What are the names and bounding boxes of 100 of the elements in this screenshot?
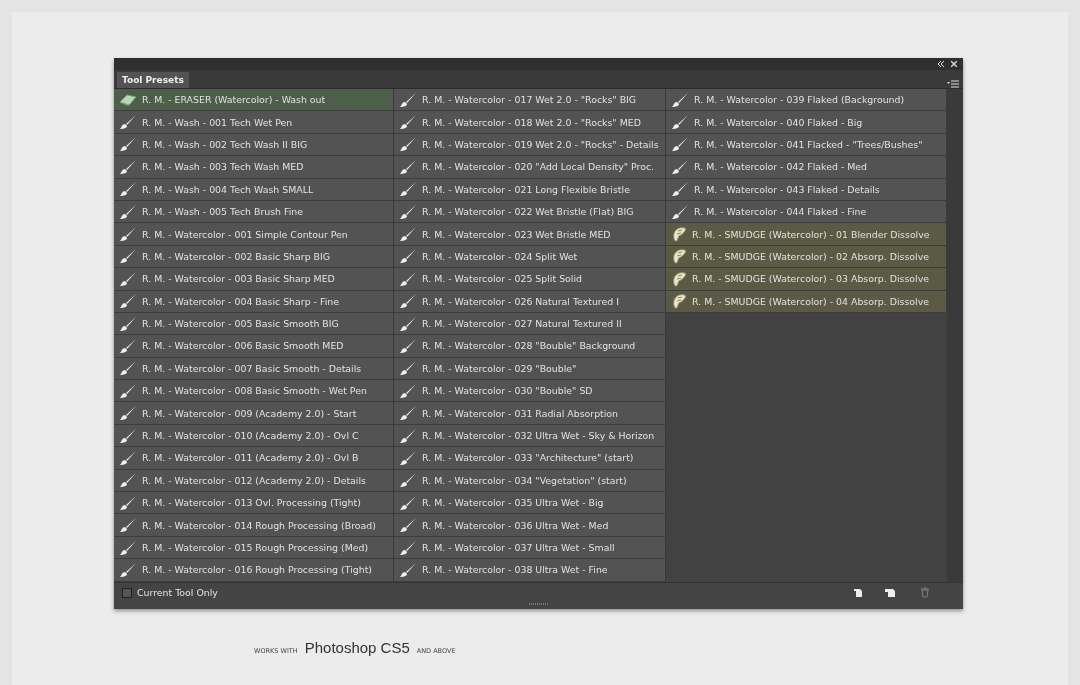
preset-item[interactable]: R. M. - Watercolor - 024 Split Wet xyxy=(394,245,666,269)
brush-icon xyxy=(119,203,137,220)
preset-item[interactable]: R. M. - Watercolor - 044 Flaked - Fine xyxy=(666,200,947,224)
preset-item[interactable]: R. M. - SMUDGE (Watercolor) - 01 Blender Dissolve xyxy=(666,223,947,246)
checkbox-label[interactable]: Current Tool Only xyxy=(137,587,218,599)
preset-item[interactable]: R. M. - Watercolor - 041 Flacked - "Trees/Bushes" xyxy=(666,133,947,157)
preset-item[interactable]: R. M. - Watercolor - 035 Ultra Wet - Big xyxy=(394,492,666,515)
preset-item[interactable]: R. M. - Watercolor - 016 Rough Processing (Tight) xyxy=(114,559,394,582)
preset-item[interactable]: R. M. - Watercolor - 040 Flaked - Big xyxy=(666,111,947,134)
preset-item[interactable]: R. M. - Watercolor - 033 "Architecture" (start) xyxy=(394,447,666,470)
preset-item[interactable]: R. M. - Watercolor - 014 Rough Processing (Broad) xyxy=(114,514,394,537)
preset-item[interactable]: R. M. - Watercolor - 013 Ovl. Processing (Tight) xyxy=(114,492,394,515)
preset-item[interactable]: R. M. - Watercolor - 017 Wet 2.0 - "Rocks" BIG xyxy=(394,89,666,112)
preset-item[interactable]: R. M. - Watercolor - 027 Natural Textured II xyxy=(394,312,666,336)
brush-icon xyxy=(119,517,137,534)
brush-icon xyxy=(671,203,689,220)
checkbox[interactable] xyxy=(122,587,132,598)
finger-icon xyxy=(671,293,687,310)
brush-icon xyxy=(399,449,417,466)
brush-icon xyxy=(399,494,417,511)
preset-item[interactable]: R. M. - SMUDGE (Watercolor) - 02 Absorp. Dissolve xyxy=(666,245,947,269)
brush-icon xyxy=(119,158,137,175)
preset-item[interactable]: R. M. - Watercolor - 023 Wet Bristle MED xyxy=(394,223,666,246)
preset-item[interactable]: R. M. - Watercolor - 007 Basic Smooth - Details xyxy=(114,357,394,381)
brush-icon xyxy=(119,360,137,377)
brush-icon xyxy=(399,248,417,265)
preset-item[interactable]: R. M. - Watercolor - 008 Basic Smooth - Wet Pen xyxy=(114,380,394,403)
brush-icon xyxy=(399,382,417,399)
close-icon[interactable] xyxy=(951,61,957,67)
preset-item[interactable]: R. M. - Watercolor - 026 Natural Textured I xyxy=(394,290,666,313)
brush-icon xyxy=(399,91,417,108)
brush-icon xyxy=(119,270,137,287)
preset-item[interactable]: R. M. - Watercolor - 015 Rough Processing (Med) xyxy=(114,536,394,560)
brush-icon xyxy=(399,136,417,153)
preset-item[interactable]: R. M. - Watercolor - 042 Flaked - Med xyxy=(666,156,947,179)
finger-icon xyxy=(671,248,687,265)
preset-item[interactable]: R. M. - Watercolor - 020 "Add Local Density" Proc. xyxy=(394,156,666,179)
preset-item[interactable]: R. M. - Watercolor - 009 (Academy 2.0) - Start xyxy=(114,402,394,425)
preset-item[interactable]: R. M. - Wash - 004 Tech Wash SMALL xyxy=(114,178,394,201)
brush-icon xyxy=(399,226,417,243)
preset-item[interactable]: R. M. - Watercolor - 004 Basic Sharp - Fine xyxy=(114,290,394,313)
preset-item[interactable]: R. M. - Watercolor - 036 Ultra Wet - Med xyxy=(394,514,666,537)
brush-icon xyxy=(671,181,689,198)
brush-icon xyxy=(119,494,137,511)
preset-item[interactable]: R. M. - Watercolor - 001 Simple Contour Pen xyxy=(114,223,394,246)
brush-icon xyxy=(119,181,137,198)
preset-item[interactable]: R. M. - Watercolor - 031 Radial Absorption xyxy=(394,402,666,425)
brush-icon xyxy=(671,158,689,175)
preset-item[interactable]: R. M. - Watercolor - 003 Basic Sharp MED xyxy=(114,268,394,291)
preset-item[interactable]: R. M. - SMUDGE (Watercolor) - 04 Absorp. Dissolve xyxy=(666,290,947,313)
preset-item[interactable]: R. M. - Watercolor - 005 Basic Smooth BIG xyxy=(114,312,394,336)
brush-icon xyxy=(399,360,417,377)
brush-icon xyxy=(399,338,417,354)
preset-item[interactable]: R. M. - Wash - 001 Tech Wet Pen xyxy=(114,111,394,134)
preset-item[interactable]: R. M. - Watercolor - 022 Wet Bristle (Flat) BIG xyxy=(394,200,666,224)
brush-icon xyxy=(399,293,417,310)
brush-icon xyxy=(119,338,137,354)
brush-icon xyxy=(399,561,417,578)
preset-item[interactable]: R. M. - Watercolor - 011 (Academy 2.0) - Ovl B xyxy=(114,447,394,470)
scrollbar[interactable] xyxy=(947,89,963,582)
preset-item[interactable]: R. M. - Wash - 003 Tech Wash MED xyxy=(114,156,394,179)
brush-icon xyxy=(119,427,137,444)
brush-icon xyxy=(119,449,137,466)
preset-item[interactable]: R. M. - Watercolor - 010 (Academy 2.0) - Ovl C xyxy=(114,424,394,448)
brush-icon xyxy=(119,382,137,399)
preset-item[interactable]: R. M. - ERASER (Watercolor) - Wash out xyxy=(114,89,394,112)
preset-item[interactable]: R. M. - Watercolor - 034 "Vegetation" (start) xyxy=(394,469,666,493)
preset-item[interactable]: R. M. - Watercolor - 018 Wet 2.0 - "Rocks" MED xyxy=(394,111,666,134)
resize-grip-icon[interactable] xyxy=(528,602,549,606)
preset-item[interactable]: R. M. - Watercolor - 025 Split Solid xyxy=(394,268,666,291)
new-preset-icon[interactable] xyxy=(885,587,896,598)
brush-icon xyxy=(399,158,417,175)
brush-icon xyxy=(119,248,137,265)
preset-item[interactable]: R. M. - Watercolor - 038 Ultra Wet - Fine xyxy=(394,559,666,582)
panel-tab[interactable]: Tool Presets xyxy=(117,72,189,88)
preset-item[interactable]: R. M. - Watercolor - 043 Flaked - Details xyxy=(666,178,947,201)
collapse-icon[interactable] xyxy=(937,61,945,67)
preset-item[interactable]: R. M. - Wash - 002 Tech Wash II BIG xyxy=(114,133,394,157)
new-preset-icon[interactable] xyxy=(853,587,863,598)
preset-item[interactable]: R. M. - Watercolor - 006 Basic Smooth MED xyxy=(114,335,394,358)
brush-icon xyxy=(671,136,689,153)
preset-item[interactable]: R. M. - Wash - 005 Tech Brush Fine xyxy=(114,200,394,224)
brush-icon xyxy=(119,114,137,131)
preset-item[interactable]: R. M. - Watercolor - 029 "Bouble" xyxy=(394,357,666,381)
preset-item[interactable]: R. M. - Watercolor - 030 "Bouble" SD xyxy=(394,380,666,403)
menu-icon[interactable] xyxy=(947,80,959,88)
brush-icon xyxy=(399,539,417,556)
preset-item[interactable]: R. M. - Watercolor - 012 (Academy 2.0) - Details xyxy=(114,469,394,493)
finger-icon xyxy=(671,270,687,287)
brush-icon xyxy=(399,114,417,131)
preset-item[interactable]: R. M. - Watercolor - 037 Ultra Wet - Small xyxy=(394,536,666,560)
preset-item[interactable]: R. M. - SMUDGE (Watercolor) - 03 Absorp. Dissolve xyxy=(666,268,947,291)
brush-icon xyxy=(399,472,417,489)
preset-item[interactable]: R. M. - Watercolor - 002 Basic Sharp BIG xyxy=(114,245,394,269)
preset-item[interactable]: R. M. - Watercolor - 028 "Bouble" Background xyxy=(394,335,666,358)
preset-item[interactable]: R. M. - Watercolor - 039 Flaked (Background) xyxy=(666,89,947,112)
preset-item[interactable]: R. M. - Watercolor - 019 Wet 2.0 - "Rocks" - Details xyxy=(394,133,666,157)
preset-item[interactable]: R. M. - Watercolor - 032 Ultra Wet - Sky & Horizon xyxy=(394,424,666,448)
preset-item[interactable]: R. M. - Watercolor - 021 Long Flexible Bristle xyxy=(394,178,666,201)
brush-icon xyxy=(119,226,137,243)
